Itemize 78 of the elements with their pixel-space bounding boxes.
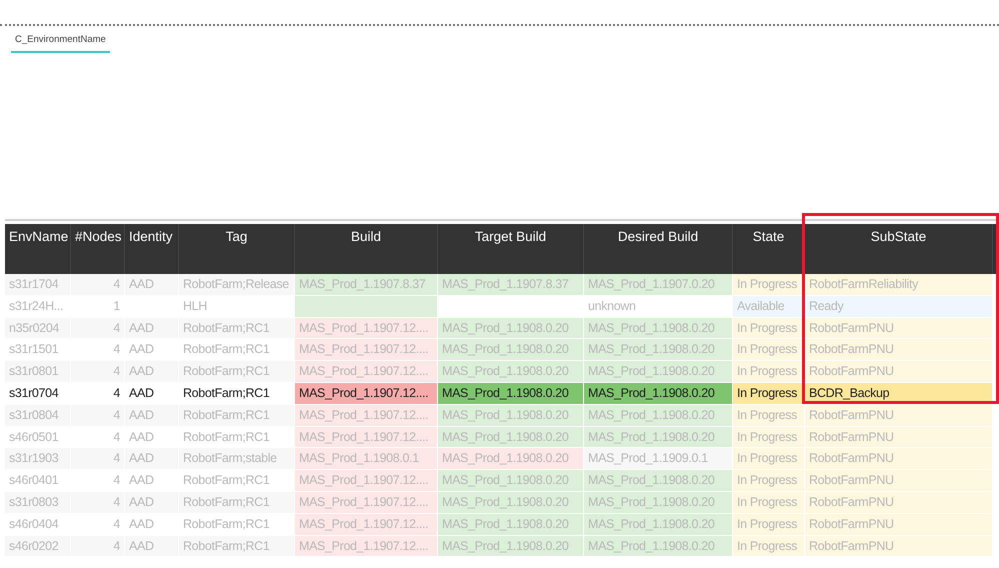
desired-build-cell: MAS_Prod_1.1908.0.20	[584, 382, 733, 405]
identity-cell: AAD	[125, 361, 179, 383]
state-cell: In Progress	[733, 382, 805, 405]
nodes-cell: 4	[71, 448, 125, 470]
column-header[interactable]: State	[733, 224, 805, 274]
state-cell: In Progress	[733, 274, 805, 296]
nodes-cell: 4	[71, 318, 125, 340]
nodes-cell: 4	[71, 274, 125, 296]
tag-cell: RobotFarm;stable	[179, 448, 295, 470]
state-cell: In Progress	[733, 404, 805, 427]
nodes-cell: 4	[71, 404, 125, 427]
state-cell: Available	[733, 296, 805, 318]
substate-cell: RobotFarmPNU	[805, 361, 993, 383]
column-header[interactable]: SubState	[805, 224, 993, 274]
build-cell: MAS_Prod_1.1907.12....	[295, 536, 438, 558]
substate-cell: RobotFarmPNU	[805, 536, 993, 558]
state-cell: In Progress	[733, 361, 805, 383]
state-cell: In Progress	[733, 536, 805, 558]
substate-cell: RobotFarmPNU	[805, 426, 993, 448]
column-header[interactable]: EnvName	[5, 224, 71, 274]
filter-tab[interactable]: C_EnvironmentName	[11, 32, 110, 53]
build-cell: MAS_Prod_1.1907.12....	[295, 361, 438, 383]
state-cell: In Progress	[733, 470, 805, 492]
env-name-cell: n35r0204	[5, 318, 71, 340]
build-cell: MAS_Prod_1.1907.12....	[295, 404, 438, 427]
env-name-cell: s31r1903	[5, 448, 71, 470]
tag-cell: RobotFarm;RC1	[179, 318, 295, 340]
nodes-cell: 4	[71, 361, 125, 383]
identity-cell: AAD	[125, 536, 179, 558]
build-cell: MAS_Prod_1.1907.12....	[295, 318, 438, 340]
env-name-cell: s31r0804	[5, 404, 71, 427]
substate-cell: Ready	[805, 296, 993, 318]
env-name-cell: s31r1704	[5, 274, 71, 296]
state-cell: In Progress	[733, 339, 805, 362]
state-cell: In Progress	[733, 426, 805, 448]
tag-cell: RobotFarm;RC1	[179, 492, 295, 514]
desired-build-cell: MAS_Prod_1.1909.0.1	[584, 448, 733, 470]
state-cell: In Progress	[733, 318, 805, 340]
target-build-cell: MAS_Prod_1.1908.0.20	[438, 382, 584, 405]
substate-cell: RobotFarmPNU	[805, 318, 993, 340]
substate-cell: RobotFarmPNU	[805, 514, 993, 536]
column-header[interactable]: Identity	[125, 224, 179, 274]
env-name-cell: s31r0801	[5, 361, 71, 383]
nodes-cell: 4	[71, 492, 125, 514]
identity-cell: AAD	[125, 404, 179, 427]
build-cell: MAS_Prod_1.1907.12....	[295, 470, 438, 492]
identity-cell: AAD	[125, 318, 179, 340]
substate-cell: RobotFarmReliability	[805, 274, 993, 296]
tag-cell: RobotFarm;Release	[179, 274, 295, 296]
nodes-cell: 4	[71, 536, 125, 558]
substate-cell: RobotFarmPNU	[805, 470, 993, 492]
column-header[interactable]: Desired Build	[584, 224, 733, 274]
build-cell: MAS_Prod_1.1907.12....	[295, 426, 438, 448]
tag-cell: RobotFarm;RC1	[179, 404, 295, 427]
identity-cell: AAD	[125, 448, 179, 470]
identity-cell: AAD	[125, 274, 179, 296]
identity-cell: AAD	[125, 492, 179, 514]
substate-cell: RobotFarmPNU	[805, 448, 993, 470]
column-header[interactable]: Target Build	[438, 224, 584, 274]
column-header[interactable]: Build	[295, 224, 438, 274]
build-cell: MAS_Prod_1.1907.12....	[295, 492, 438, 514]
build-cell: MAS_Prod_1.1908.0.1	[295, 448, 438, 470]
state-cell: In Progress	[733, 514, 805, 536]
build-cell: MAS_Prod_1.1907.12....	[295, 382, 438, 405]
env-name-cell: s31r0803	[5, 492, 71, 514]
state-cell: In Progress	[733, 492, 805, 514]
substate-cell: RobotFarmPNU	[805, 404, 993, 427]
substate-cell: RobotFarmPNU	[805, 339, 993, 362]
target-build-cell: MAS_Prod_1.1908.0.20	[438, 448, 584, 470]
state-cell: In Progress	[733, 448, 805, 470]
build-cell: MAS_Prod_1.1907.12....	[295, 339, 438, 362]
tag-cell: RobotFarm;RC1	[179, 361, 295, 383]
env-name-cell: s46r0202	[5, 536, 71, 558]
column-header[interactable]: #Nodes	[71, 224, 125, 274]
column-header[interactable]: Tag	[179, 224, 295, 274]
build-cell: MAS_Prod_1.1907.12....	[295, 514, 438, 536]
substate-cell: RobotFarmPNU	[805, 492, 993, 514]
tag-cell: RobotFarm;RC1	[179, 536, 295, 558]
